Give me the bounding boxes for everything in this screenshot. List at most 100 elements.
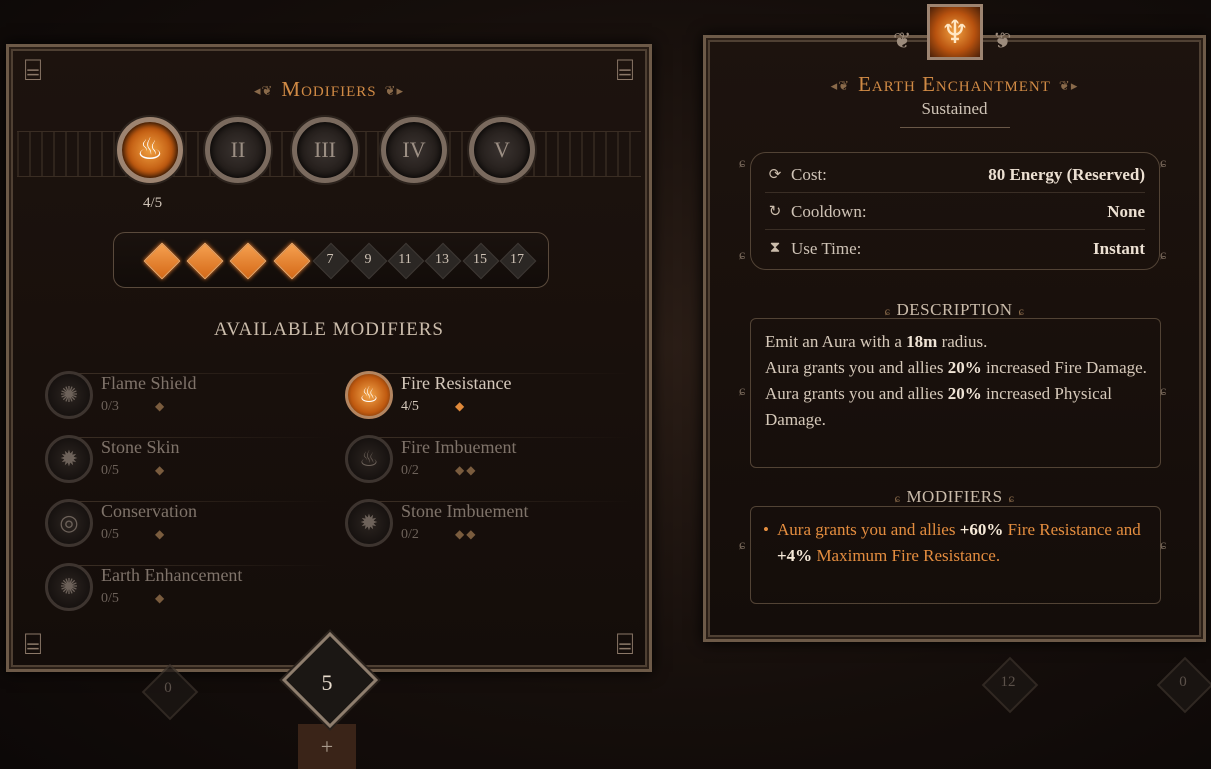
modifier-progress: 0/5	[101, 463, 119, 478]
pip-level-label: 15	[473, 252, 487, 267]
diamond-icon	[143, 242, 181, 280]
modifier-option[interactable]: ◎ Conservation 0/5 ◆	[39, 495, 331, 551]
pip-level-label: 7	[326, 252, 334, 267]
stat-label: Use Time:	[791, 239, 862, 258]
description-line: Aura grants you and allies 20% increased…	[765, 358, 1147, 377]
point-pip-filled	[143, 242, 181, 280]
modifier-option[interactable]: ✺ Earth Enhancement 0/5 ◆	[39, 559, 331, 615]
modifier-cost-icon: ◆	[155, 591, 167, 605]
modifier-icon: ◎	[45, 499, 93, 547]
modifier-option[interactable]: ♨ Fire Resistance 4/5 ◆	[339, 367, 631, 423]
ornament-wing-right: ❦	[993, 28, 1012, 53]
modifier-name: Stone Imbuement	[401, 501, 529, 521]
modifier-cost-icon: ◆	[155, 527, 167, 541]
tier-button-5[interactable]: V	[469, 117, 535, 183]
point-pip-threshold: 11	[387, 242, 425, 280]
flame-icon: ♨	[136, 133, 164, 166]
modifier-icon: ✺	[45, 371, 93, 419]
pip-level-label: 11	[398, 252, 412, 267]
stat-value: Instant	[1093, 239, 1145, 258]
modifier-icon: ♨	[345, 435, 393, 483]
hook-ornament: ɕ	[739, 248, 746, 263]
tier-button-3[interactable]: III	[292, 117, 358, 183]
hook-ornament: ɕ	[739, 538, 746, 553]
point-pip-threshold: 13	[424, 242, 462, 280]
hook-ornament: ɕ	[739, 156, 746, 171]
modifier-icon: ✺	[45, 563, 93, 611]
stat-row: ↻ Cooldown: None	[765, 194, 1145, 230]
energy-icon: ⟳	[768, 167, 782, 183]
modifier-cost-icon: ◆	[155, 463, 167, 477]
stat-row: ⟳ Cost: 80 Energy (Reserved)	[765, 157, 1145, 193]
tier-button-4[interactable]: IV	[381, 117, 447, 183]
tier-button-2[interactable]: II	[205, 117, 271, 183]
modifier-progress: 0/3	[101, 399, 119, 414]
skill-description: Emit an Aura with a 18m radius. Aura gra…	[750, 318, 1161, 468]
diamond-icon	[273, 242, 311, 280]
modifier-name: Fire Imbuement	[401, 437, 517, 457]
stat-value: None	[1107, 202, 1145, 221]
greek-key-ornament: ⌸	[616, 628, 634, 661]
pip-level-label: 17	[510, 252, 524, 267]
point-pip-threshold: 7	[312, 242, 350, 280]
stat-label: Cost:	[791, 165, 827, 184]
modifier-name: Earth Enhancement	[101, 565, 243, 585]
modifier-cost-icon: ◆	[155, 399, 167, 413]
subtitle-divider	[900, 127, 1010, 128]
stat-label: Cooldown:	[791, 202, 867, 221]
stat-value: 80 Energy (Reserved)	[988, 165, 1145, 184]
modifiers-title: ◂❦ Modifiers ❦▸	[253, 77, 405, 101]
modifier-name: Conservation	[101, 501, 197, 521]
modifier-name: Flame Shield	[101, 373, 197, 393]
stat-row: ⧗ Use Time: Instant	[765, 231, 1145, 267]
point-pip-filled	[186, 242, 224, 280]
modifier-cost-icon: ◆◆	[455, 527, 478, 541]
bullet: •	[763, 520, 769, 539]
cooldown-icon: ↻	[768, 204, 782, 220]
earth-enchantment-icon: ♆	[927, 4, 983, 60]
point-pip-filled	[229, 242, 267, 280]
modifier-option[interactable]: ✹ Stone Skin 0/5 ◆	[39, 431, 331, 487]
hourglass-icon: ⧗	[769, 240, 781, 256]
skill-point-count: 5	[321, 670, 333, 695]
pip-level-label: 9	[364, 252, 372, 267]
modifier-effect-line: Aura grants you and allies +60% Fire Res…	[777, 520, 1141, 565]
hook-ornament: ɕ	[1160, 538, 1167, 553]
modifier-cost-icon: ◆◆	[455, 463, 478, 477]
hook-ornament: ɕ	[739, 384, 746, 399]
plus-icon[interactable]: +	[266, 734, 388, 760]
modifier-option[interactable]: ♨ Fire Imbuement 0/2 ◆◆	[339, 431, 631, 487]
modifier-cost-icon: ◆	[455, 399, 467, 413]
point-pip-bar: 7 9 11 13 15 17	[113, 232, 549, 288]
divider	[765, 229, 1145, 230]
skill-subtitle: Sustained	[921, 99, 988, 118]
available-modifiers-title: AVAILABLE MODIFIERS	[214, 319, 444, 340]
ghost-point-count: 12	[1000, 674, 1016, 690]
modifiers-heading: ɕ MODIFIERS ɕ	[894, 487, 1015, 506]
tier-button-1[interactable]: ♨	[117, 117, 183, 183]
hook-ornament: ɕ	[1160, 156, 1167, 171]
skill-stats: ⟳ Cost: 80 Energy (Reserved) ↻ Cooldown: None…	[750, 152, 1160, 270]
modifier-progress: 0/5	[101, 591, 119, 606]
modifier-progress: 0/2	[401, 463, 419, 478]
modifier-progress: 0/2	[401, 527, 419, 542]
modifier-name: Stone Skin	[101, 437, 180, 457]
divider	[765, 192, 1145, 193]
skill-title: ◂❦ Earth Enchantment ❦▸	[830, 72, 1079, 96]
modifier-option[interactable]: ✺ Flame Shield 0/3 ◆	[39, 367, 331, 423]
modifier-icon: ✹	[345, 499, 393, 547]
ornament-wing-left: ❦	[893, 28, 912, 53]
skill-modifier-list: • Aura grants you and allies +60% Fire R…	[750, 506, 1161, 604]
diamond-icon	[229, 242, 267, 280]
point-pip-threshold: 15	[462, 242, 500, 280]
modifier-progress: 4/5	[401, 399, 419, 414]
tier-count: 4/5	[143, 195, 163, 211]
modifier-option[interactable]: ✹ Stone Imbuement 0/2 ◆◆	[339, 495, 631, 551]
modifier-icon: ♨	[345, 371, 393, 419]
modifier-progress: 0/5	[101, 527, 119, 542]
skill-points-tab[interactable]: 5 +	[266, 631, 388, 769]
hook-ornament: ɕ	[1160, 248, 1167, 263]
description-line: Aura grants you and allies 20% increased…	[765, 384, 1112, 429]
point-pip-filled	[273, 242, 311, 280]
modifier-name: Fire Resistance	[401, 373, 512, 393]
